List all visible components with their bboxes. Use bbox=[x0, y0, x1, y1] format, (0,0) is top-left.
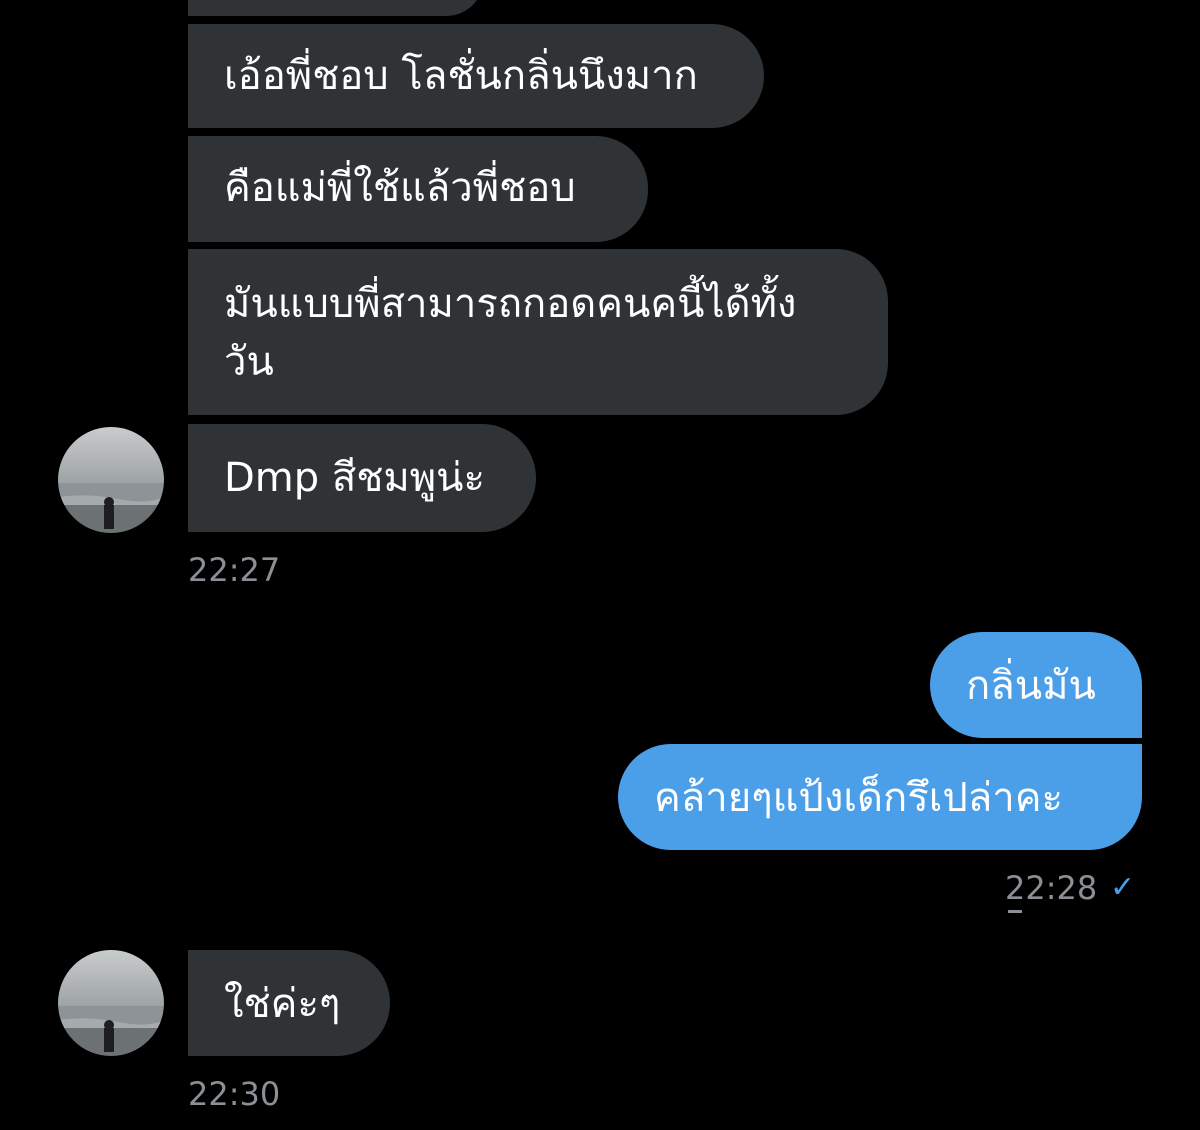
message-text-line: มันแบบพี่สามารถกอดคนคนี้ได้ทั้ง bbox=[224, 281, 797, 327]
message-timestamp: 22:28 bbox=[1005, 869, 1098, 907]
clipped-message-bubble bbox=[188, 0, 484, 16]
message-timestamp: 22:27 bbox=[188, 551, 281, 589]
message-text-line: วัน bbox=[224, 339, 274, 385]
incoming-message-bubble[interactable]: ใช่ค่ะๆ bbox=[188, 950, 390, 1056]
message-timestamp: 22:30 bbox=[188, 1075, 281, 1113]
incoming-message-bubble[interactable]: Dmp สีชมพูน่ะ bbox=[188, 424, 536, 532]
incoming-message-bubble[interactable]: คือแม่พี่ใช้แล้วพี่ชอบ bbox=[188, 136, 648, 242]
outgoing-message-bubble[interactable]: กลิ่นมัน bbox=[930, 632, 1142, 738]
incoming-message-bubble[interactable]: มันแบบพี่สามารถกอดคนคนี้ได้ทั้ง วัน bbox=[188, 249, 888, 415]
message-text: Dmp สีชมพูน่ะ bbox=[224, 455, 485, 501]
typing-indicator-dash bbox=[1008, 910, 1022, 913]
avatar-photo-icon[interactable] bbox=[58, 427, 164, 533]
message-text: กลิ่นมัน bbox=[966, 663, 1096, 709]
message-text: คล้ายๆแป้งเด็กรึเปล่าคะ bbox=[654, 775, 1063, 821]
message-text: เอ้อพี่ชอบ โลชั่นกลิ่นนึงมาก bbox=[224, 53, 698, 99]
avatar-photo-icon[interactable] bbox=[58, 950, 164, 1056]
incoming-message-bubble[interactable]: เอ้อพี่ชอบ โลชั่นกลิ่นนึงมาก bbox=[188, 24, 764, 128]
message-text: ใช่ค่ะๆ bbox=[224, 981, 341, 1027]
message-text: คือแม่พี่ใช้แล้วพี่ชอบ bbox=[224, 165, 576, 211]
checkmark-icon: ✓ bbox=[1110, 870, 1136, 905]
outgoing-message-bubble[interactable]: คล้ายๆแป้งเด็กรึเปล่าคะ bbox=[618, 744, 1142, 850]
